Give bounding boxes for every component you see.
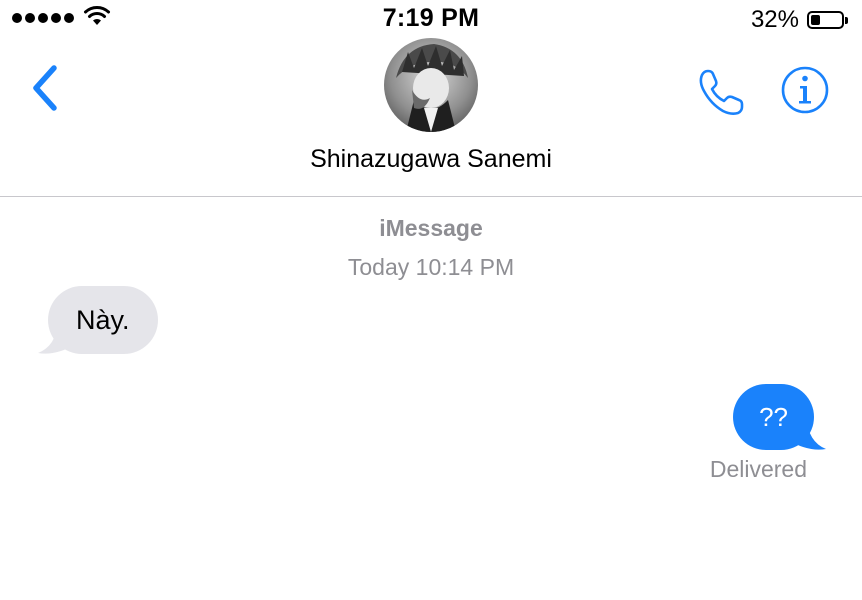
avatar-image	[396, 44, 468, 132]
phone-icon[interactable]	[696, 66, 748, 118]
contact-name[interactable]: Shinazugawa Sanemi	[0, 145, 862, 174]
battery-tip	[845, 16, 848, 24]
contact-avatar[interactable]	[384, 38, 478, 132]
status-time: 7:19 PM	[382, 4, 480, 32]
battery-indicator: 32%	[751, 6, 848, 34]
incoming-message-bubble[interactable]: Này.	[48, 286, 158, 354]
conversation-timestamp: Today 10:14 PM	[347, 254, 515, 280]
status-bar: 7:19 PM 32%	[0, 0, 862, 40]
battery-level-fill	[811, 15, 820, 25]
back-chevron-icon[interactable]	[30, 64, 60, 112]
info-icon[interactable]	[780, 65, 830, 115]
outgoing-message-bubble[interactable]: ??	[733, 384, 814, 450]
battery-icon	[807, 11, 844, 29]
delivery-status: Delivered	[709, 456, 807, 482]
header-divider	[0, 196, 862, 197]
service-label: iMessage	[379, 215, 483, 241]
battery-percent: 32%	[750, 6, 799, 33]
